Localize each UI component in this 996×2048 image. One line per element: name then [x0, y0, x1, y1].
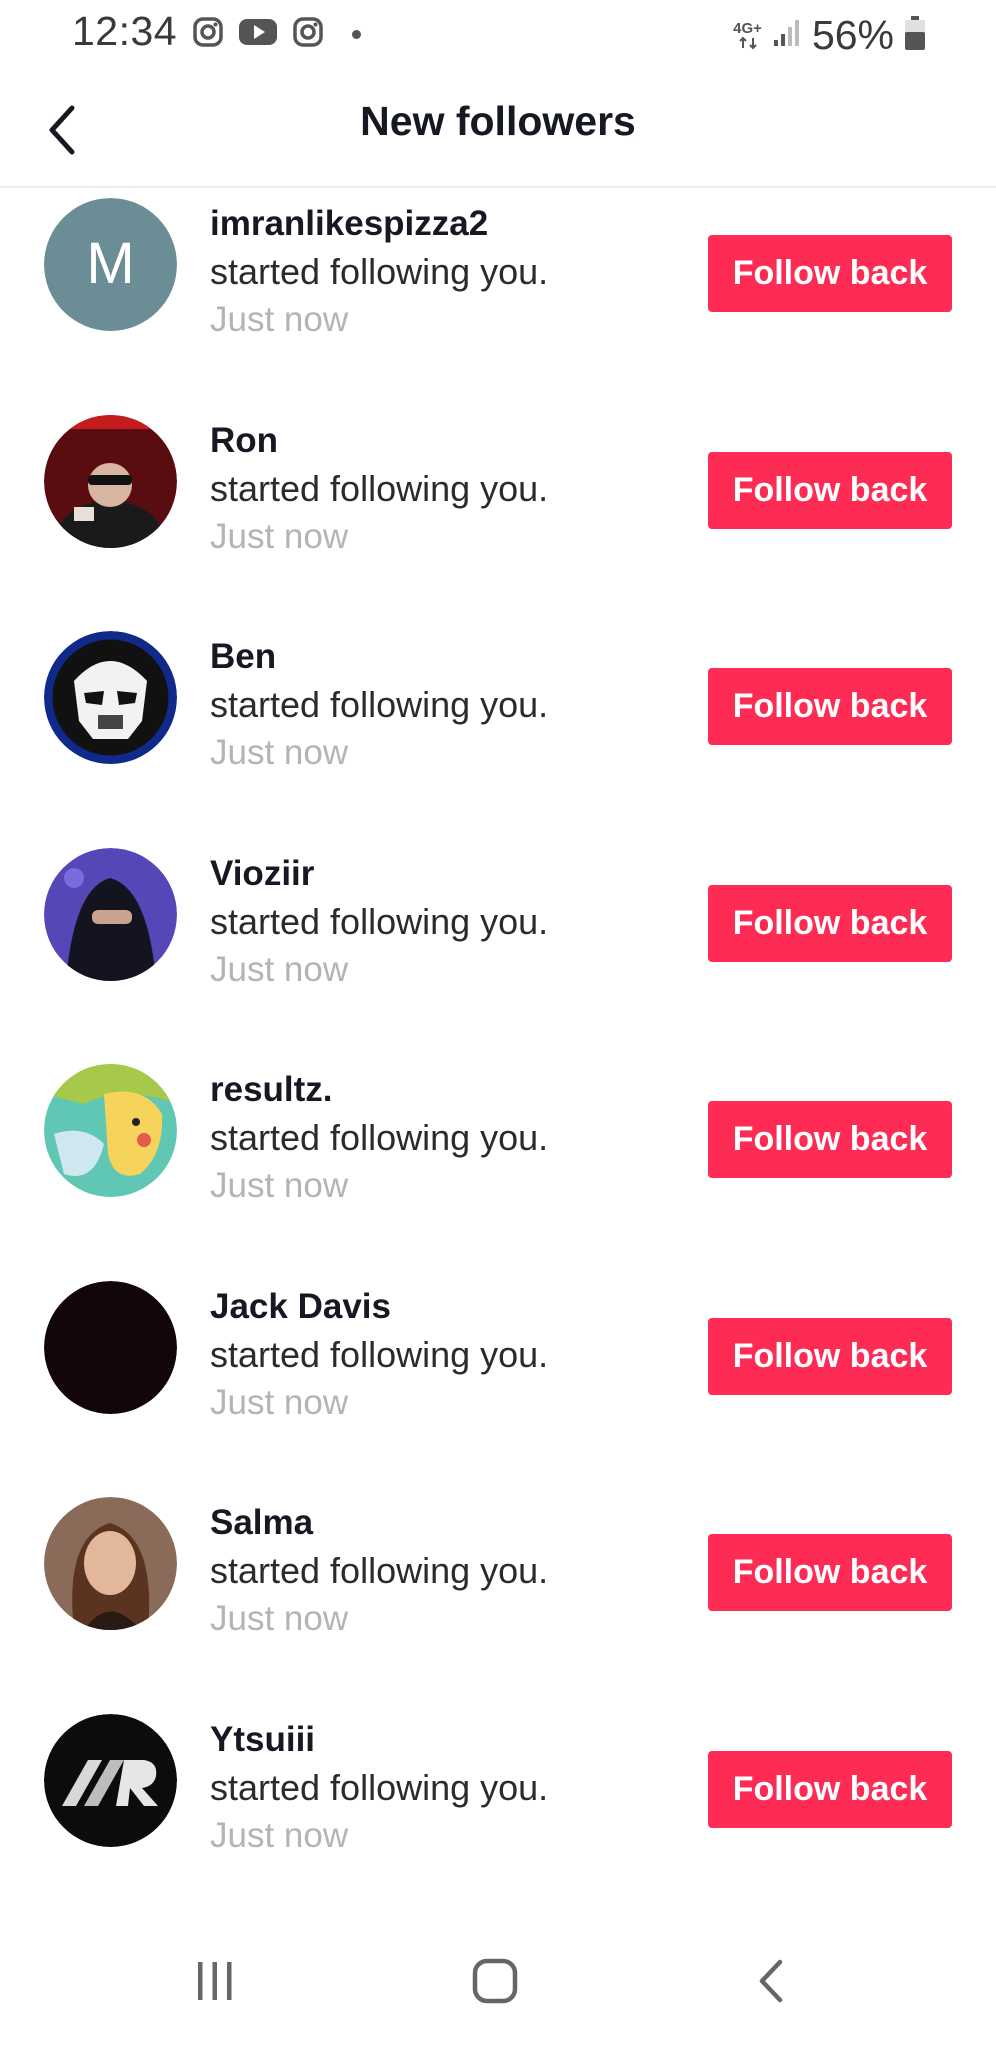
signal-icon [772, 18, 802, 53]
avatar-initial: M [86, 231, 134, 296]
timestamp: Just now [210, 1815, 349, 1855]
system-back-button[interactable] [752, 1956, 792, 2011]
activity-text: started following you. [210, 1333, 549, 1375]
follow-back-button[interactable]: Follow back [708, 1317, 952, 1395]
follow-back-button[interactable]: Follow back [708, 1534, 952, 1611]
follower-row[interactable]: M imranlikespizza2 started following you… [0, 188, 996, 405]
follower-row[interactable]: Salma started following you. Just now Fo… [0, 1487, 996, 1704]
recent-apps-button[interactable] [190, 1956, 240, 2011]
timestamp: Just now [210, 300, 349, 339]
timestamp: Just now [210, 1382, 349, 1422]
timestamp: Just now [210, 516, 349, 556]
avatar[interactable] [44, 1064, 177, 1197]
username[interactable]: Ron [210, 419, 548, 463]
avatar[interactable] [44, 631, 177, 764]
activity-text: started following you. [210, 684, 549, 725]
follower-row[interactable]: Ben started following you. Just now Foll… [0, 621, 996, 838]
activity-text: started following you. [210, 1550, 549, 1591]
follower-row[interactable]: resultz. started following you. Just now… [0, 1054, 996, 1271]
username[interactable]: Jack Davis [210, 1285, 548, 1329]
follower-row[interactable]: Ron started following you. Just now Foll… [0, 405, 996, 622]
top-nav-bar: New followers [0, 70, 996, 188]
username[interactable]: imranlikespizza2 [210, 202, 548, 246]
notification-icons [192, 16, 361, 53]
timestamp: Just now [210, 733, 349, 772]
network-type-label: 4G+ [733, 19, 762, 37]
youtube-icon [238, 17, 278, 52]
activity-text: started following you. [210, 1117, 549, 1158]
recent-apps-icon [190, 1962, 240, 2010]
battery-percent: 56% [811, 12, 894, 58]
activity-text: started following you. [210, 467, 549, 509]
avatar[interactable]: M [44, 198, 177, 331]
page-title: New followers [360, 98, 636, 144]
timestamp: Just now [210, 1599, 349, 1638]
username[interactable]: Ben [210, 635, 548, 679]
follow-back-button[interactable]: Follow back [708, 235, 952, 312]
avatar[interactable] [44, 847, 177, 981]
back-icon [752, 1959, 792, 2010]
avatar[interactable] [44, 1497, 177, 1630]
avatar[interactable] [44, 1280, 177, 1414]
instagram-icon [192, 16, 224, 53]
follow-back-button[interactable]: Follow back [708, 451, 952, 529]
home-icon [470, 1958, 520, 2010]
network-type-icon: 4G+ [733, 19, 762, 50]
avatar[interactable] [44, 1713, 177, 1847]
follower-row[interactable]: Vioziir started following you. Just now … [0, 838, 996, 1055]
username[interactable]: resultz. [210, 1068, 548, 1112]
username[interactable]: Salma [210, 1501, 548, 1545]
activity-text: started following you. [210, 900, 549, 942]
username[interactable]: Vioziir [210, 852, 548, 896]
battery-icon [904, 15, 926, 56]
follow-back-button[interactable]: Follow back [708, 884, 952, 962]
timestamp: Just now [210, 949, 349, 989]
instagram-icon [292, 16, 324, 53]
system-navigation-bar [0, 1920, 996, 2048]
status-right: 4G+ 56% [733, 12, 926, 59]
username[interactable]: Ytsuiii [210, 1718, 548, 1762]
activity-text: started following you. [210, 1766, 549, 1808]
activity-text: started following you. [210, 251, 549, 292]
follow-back-button[interactable]: Follow back [708, 1101, 952, 1178]
chevron-left-icon [40, 105, 92, 164]
follower-row[interactable]: Jack Davis started following you. Just n… [0, 1271, 996, 1488]
follow-back-button[interactable]: Follow back [708, 668, 952, 745]
home-button[interactable] [470, 1956, 520, 2011]
followers-list: M imranlikespizza2 started following you… [0, 188, 996, 1920]
follow-back-button[interactable]: Follow back [708, 1750, 952, 1828]
follower-row[interactable]: Ytsuiii started following you. Just now … [0, 1704, 996, 1921]
more-notifications-dot [352, 30, 361, 39]
timestamp: Just now [210, 1166, 349, 1205]
avatar[interactable] [44, 414, 177, 548]
status-time: 12:34 [72, 8, 178, 54]
status-bar: 12:34 4G+ 56% [0, 0, 996, 70]
